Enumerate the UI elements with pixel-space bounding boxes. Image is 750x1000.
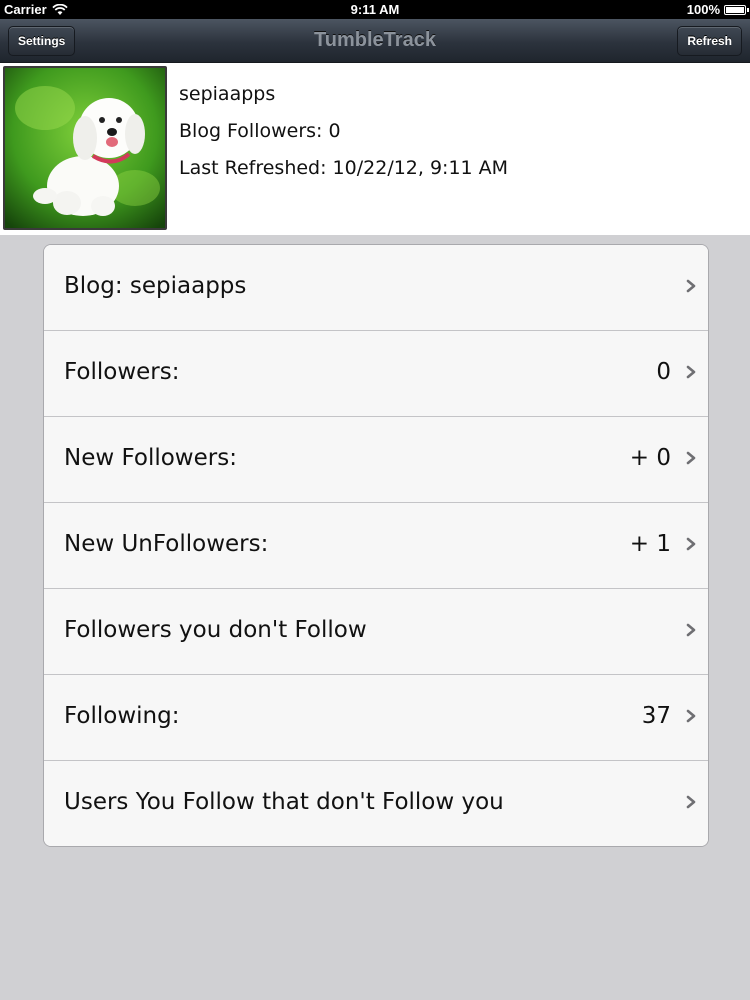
profile-last-refreshed: Last Refreshed: 10/22/12, 9:11 AM <box>179 157 509 179</box>
row-value: 0 <box>656 359 671 385</box>
row-new-followers[interactable]: New Followers: + 0 <box>44 417 708 503</box>
row-value: 37 <box>641 703 671 729</box>
profile-blog-followers: Blog Followers: 0 <box>179 120 341 142</box>
row-value: + 1 <box>629 531 671 557</box>
row-value: + 0 <box>629 445 671 471</box>
status-time: 9:11 AM <box>350 2 400 17</box>
battery-percent: 100% <box>686 2 720 17</box>
battery-group: 100% <box>686 2 749 17</box>
dog-avatar <box>3 66 167 230</box>
row-followers-you-dont-follow[interactable]: Followers you don't Follow <box>44 589 708 675</box>
chevron-right-icon <box>686 795 696 809</box>
row-following[interactable]: Following: 37 <box>44 675 708 761</box>
battery-icon <box>724 4 749 15</box>
profile-header: sepiaapps Blog Followers: 0 Last Refresh… <box>0 63 750 235</box>
chevron-right-icon <box>686 451 696 465</box>
app-title: TumbleTrack <box>314 29 436 51</box>
chevron-right-icon <box>686 537 696 551</box>
refresh-button[interactable]: Refresh <box>677 26 742 56</box>
chevron-right-icon <box>686 279 696 293</box>
chevron-right-icon <box>686 365 696 379</box>
row-label: Users You Follow that don't Follow you <box>64 789 504 815</box>
row-label: New Followers: <box>64 445 237 471</box>
row-followers[interactable]: Followers: 0 <box>44 331 708 417</box>
row-blog[interactable]: Blog: sepiaapps <box>44 245 708 331</box>
chevron-right-icon <box>686 623 696 637</box>
row-label: Blog: sepiaapps <box>64 273 247 299</box>
row-label: Following: <box>64 703 180 729</box>
row-users-you-follow-not-following-back[interactable]: Users You Follow that don't Follow you <box>44 761 708 846</box>
chevron-right-icon <box>686 709 696 723</box>
profile-username: sepiaapps <box>179 83 276 105</box>
profile-info: sepiaapps Blog Followers: 0 Last Refresh… <box>179 82 508 193</box>
row-label: Followers you don't Follow <box>64 617 367 643</box>
stats-table: Blog: sepiaapps Followers: 0 New Followe… <box>43 244 709 847</box>
navigation-bar: Settings TumbleTrack Refresh <box>0 19 750 63</box>
row-new-unfollowers[interactable]: New UnFollowers: + 1 <box>44 503 708 589</box>
status-bar: Carrier 9:11 AM 100% <box>0 0 750 19</box>
row-label: Followers: <box>64 359 180 385</box>
row-label: New UnFollowers: <box>64 531 269 557</box>
